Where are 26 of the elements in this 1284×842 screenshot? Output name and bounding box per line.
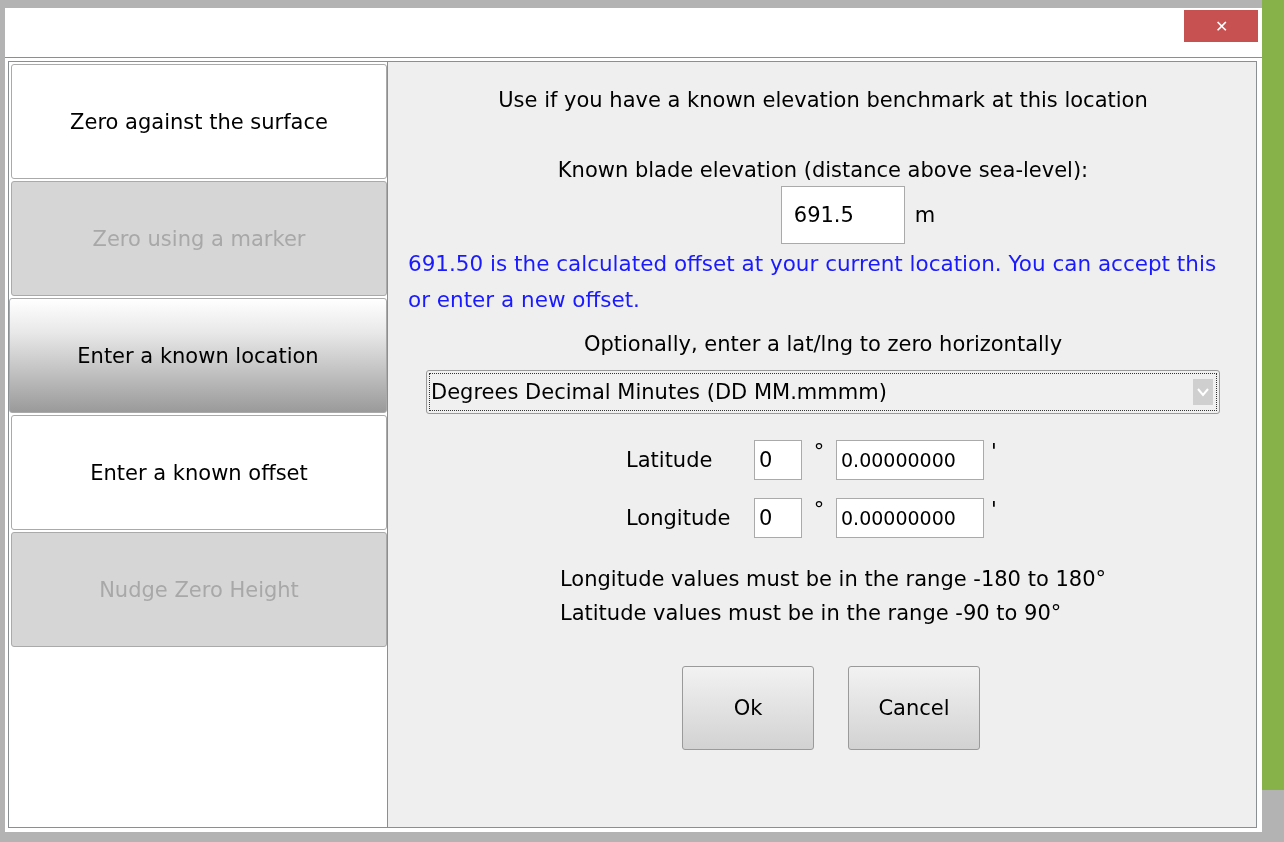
- elevation-label: Known blade elevation (distance above sea-level):: [557, 158, 1089, 182]
- format-dropdown[interactable]: Degrees Decimal Minutes (DD MM.mmmm): [426, 370, 1220, 414]
- sidebar-item[interactable]: Zero against the surface: [11, 64, 387, 179]
- sidebar-item[interactable]: Enter a known location: [9, 298, 387, 413]
- coordinate-label: Latitude: [626, 448, 714, 472]
- sidebar-item[interactable]: Enter a known offset: [11, 415, 387, 530]
- chevron-down-icon: [1193, 379, 1213, 405]
- minutes-field[interactable]: 0.00000000: [836, 440, 984, 480]
- degree-sign: °: [812, 440, 826, 464]
- close-button[interactable]: ✕: [1184, 10, 1258, 42]
- range-hint: Latitude values must be in the range -90 to 90°: [560, 600, 1063, 627]
- degrees-field[interactable]: 0: [754, 440, 802, 480]
- elevation-field[interactable]: 691.5: [780, 186, 905, 244]
- cancel-button[interactable]: Cancel: [848, 666, 980, 750]
- minute-sign: ': [990, 440, 998, 464]
- minutes-field[interactable]: 0.00000000: [836, 498, 984, 538]
- ok-button[interactable]: Ok: [682, 666, 814, 750]
- minute-sign: ': [990, 498, 998, 522]
- range-hint: Longitude values must be in the range -180 to 180°: [560, 566, 1106, 593]
- coordinate-label: Longitude: [626, 506, 732, 530]
- offset-notice: 691.50 is the calculated offset at your current location. You can accept this or enter a new offset.: [408, 250, 1218, 314]
- degree-sign: °: [812, 498, 826, 522]
- intro-text: Use if you have a known elevation benchmark at this location: [498, 88, 1148, 112]
- degrees-field[interactable]: 0: [754, 498, 802, 538]
- unit-label: m: [914, 203, 936, 227]
- optional-label: Optionally, enter a lat/lng to zero horizontally: [583, 332, 1063, 356]
